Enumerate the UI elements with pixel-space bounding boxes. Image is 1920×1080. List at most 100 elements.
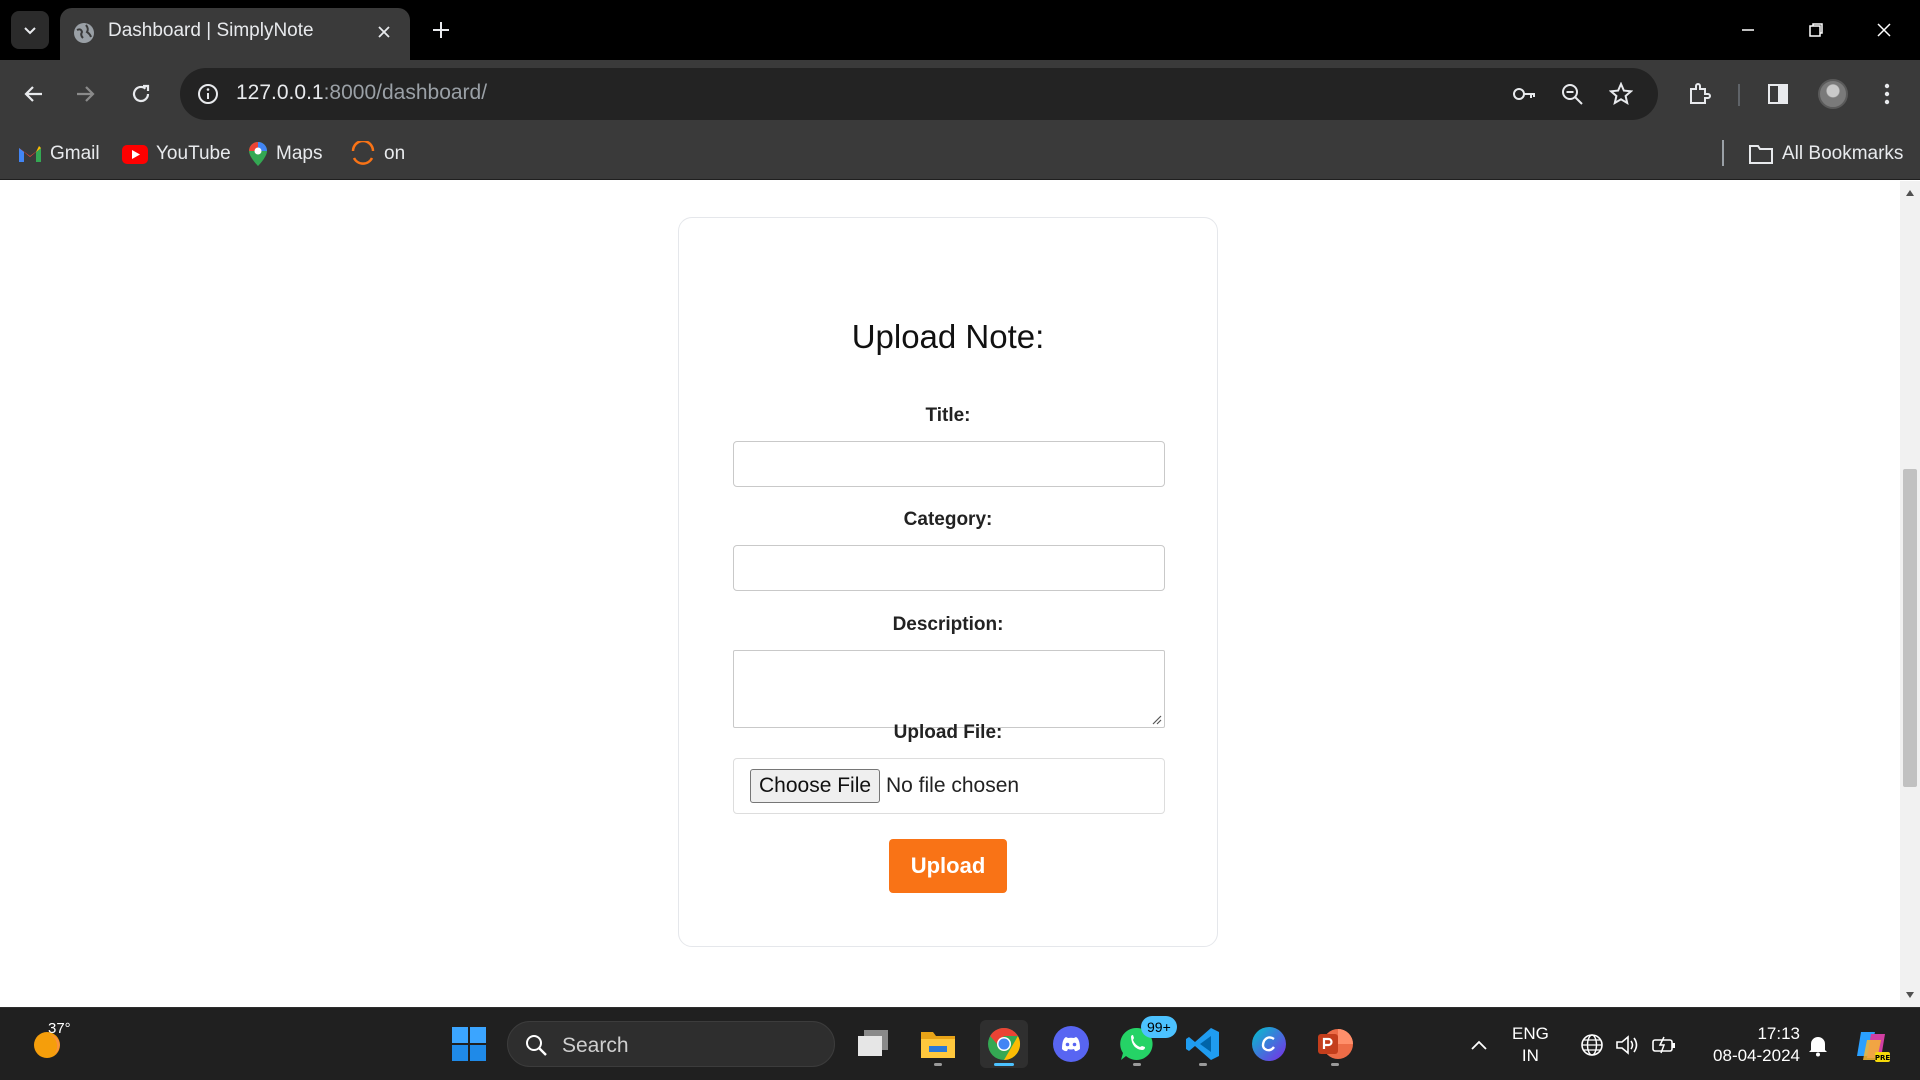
page-scrollbar[interactable] xyxy=(1900,181,1920,1007)
tab-search-button[interactable] xyxy=(11,11,49,49)
battery-button[interactable] xyxy=(1650,1031,1678,1059)
discord-icon xyxy=(1053,1026,1089,1062)
new-tab-button[interactable] xyxy=(423,12,459,48)
search-placeholder: Search xyxy=(562,1034,629,1057)
side-panel-icon xyxy=(1768,84,1788,104)
category-input[interactable] xyxy=(733,545,1165,591)
profile-avatar[interactable] xyxy=(1818,79,1848,109)
canva-button[interactable] xyxy=(1245,1020,1293,1068)
zoom-out-icon xyxy=(1562,84,1583,105)
upload-note-card: Upload Note: Title: Category: Descriptio… xyxy=(678,217,1218,947)
task-view-button[interactable] xyxy=(849,1020,897,1068)
forward-button[interactable] xyxy=(65,73,107,115)
bookmarks-divider xyxy=(1722,140,1724,166)
chrome-icon xyxy=(988,1028,1021,1060)
reload-button[interactable] xyxy=(120,73,162,115)
puzzle-icon xyxy=(1690,83,1711,104)
key-icon xyxy=(1513,88,1535,100)
choose-file-button[interactable]: Choose File xyxy=(750,769,881,803)
chevron-down-icon xyxy=(24,27,36,35)
bookmark-label: Maps xyxy=(276,143,323,164)
chrome-button[interactable] xyxy=(980,1020,1028,1068)
discord-button[interactable] xyxy=(1047,1020,1095,1068)
network-button[interactable] xyxy=(1578,1031,1606,1059)
taskbar-search[interactable]: Search xyxy=(507,1021,835,1067)
globe-icon xyxy=(74,23,94,43)
site-info-button[interactable] xyxy=(192,78,224,110)
file-explorer-button[interactable] xyxy=(914,1020,962,1068)
bookmark-star-button[interactable] xyxy=(1605,78,1637,110)
tab-close-button[interactable] xyxy=(370,18,398,46)
category-label: Category: xyxy=(903,509,993,530)
vscode-button[interactable] xyxy=(1179,1020,1227,1068)
close-icon xyxy=(1877,23,1891,37)
upload-button[interactable]: Upload xyxy=(889,839,1007,893)
tab-strip: Dashboard | SimplyNote xyxy=(0,0,1920,60)
search-icon xyxy=(526,1035,547,1056)
clock-date: 08-04-2024 xyxy=(1713,1046,1800,1065)
info-icon xyxy=(198,84,218,104)
page-viewport: Upload Note: Title: Category: Descriptio… xyxy=(0,181,1900,1007)
show-hidden-icons-button[interactable] xyxy=(1465,1031,1493,1059)
file-input[interactable]: Choose File No file chosen xyxy=(733,758,1165,814)
start-button[interactable] xyxy=(445,1020,493,1068)
language-code: ENG xyxy=(1512,1024,1549,1043)
minimize-button[interactable] xyxy=(1718,6,1778,54)
scrollbar-thumb[interactable] xyxy=(1903,469,1917,787)
bookmark-maps[interactable]: Maps xyxy=(248,140,322,168)
running-indicator xyxy=(1199,1063,1207,1066)
bell-icon xyxy=(1809,1037,1827,1057)
browser-tab[interactable]: Dashboard | SimplyNote xyxy=(60,8,410,60)
notifications-button[interactable] xyxy=(1804,1031,1832,1059)
url-text: 127.0.0.1:8000/dashboard/ xyxy=(236,81,487,105)
triangle-down-icon xyxy=(1906,992,1914,998)
arrow-right-icon xyxy=(77,86,95,102)
chrome-menu-button[interactable] xyxy=(1866,73,1908,115)
more-vertical-icon xyxy=(1884,83,1890,105)
arrow-left-icon xyxy=(24,86,42,102)
reload-icon xyxy=(132,84,150,103)
start-icon xyxy=(452,1027,486,1061)
svg-text:PRE: PRE xyxy=(1875,1054,1891,1062)
scroll-down-arrow[interactable] xyxy=(1904,989,1916,1001)
address-bar[interactable]: 127.0.0.1:8000/dashboard/ xyxy=(180,68,1658,120)
back-button[interactable] xyxy=(12,73,54,115)
running-indicator xyxy=(934,1063,942,1066)
bookmarks-bar: Gmail YouTube Maps on All Bookmarks xyxy=(0,128,1920,180)
zoom-button[interactable] xyxy=(1556,78,1588,110)
powerpoint-button[interactable] xyxy=(1311,1020,1359,1068)
file-status-text: No file chosen xyxy=(886,774,1020,797)
active-indicator xyxy=(994,1063,1014,1066)
bookmark-gmail[interactable]: Gmail xyxy=(18,140,100,168)
file-explorer-icon xyxy=(921,1032,955,1058)
powerpoint-icon xyxy=(1318,1029,1353,1059)
scroll-up-arrow[interactable] xyxy=(1904,187,1916,199)
clock[interactable]: 17:13 08-04-2024 xyxy=(1700,1023,1800,1067)
copilot-button[interactable]: PRE xyxy=(1852,1025,1892,1065)
volume-button[interactable] xyxy=(1614,1031,1642,1059)
description-textarea[interactable] xyxy=(733,650,1165,728)
side-panel-button[interactable] xyxy=(1757,73,1799,115)
close-window-button[interactable] xyxy=(1854,6,1914,54)
title-input[interactable] xyxy=(733,441,1165,487)
running-indicator xyxy=(1133,1063,1141,1066)
canva-icon xyxy=(1252,1027,1286,1061)
language-indicator[interactable]: ENG IN xyxy=(1512,1023,1549,1067)
bookmark-youtube[interactable]: YouTube xyxy=(122,140,231,168)
bookmark-label: YouTube xyxy=(156,143,231,164)
description-label: Description: xyxy=(892,614,1004,635)
bookmark-label: on xyxy=(384,143,406,164)
youtube-icon xyxy=(122,144,148,164)
close-icon xyxy=(378,26,390,38)
extensions-button[interactable] xyxy=(1678,73,1720,115)
notification-badge: 99+ xyxy=(1141,1016,1177,1038)
restore-button[interactable] xyxy=(1786,6,1846,54)
bookmark-on[interactable]: on xyxy=(350,140,405,168)
weather-temperature: 37° xyxy=(48,1020,71,1037)
passwords-button[interactable] xyxy=(1508,78,1540,110)
plus-icon xyxy=(433,22,449,38)
browser-toolbar: 127.0.0.1:8000/dashboard/ xyxy=(0,60,1920,128)
all-bookmarks-button[interactable]: All Bookmarks xyxy=(1748,140,1903,168)
toolbar-divider xyxy=(1738,84,1740,106)
whatsapp-button[interactable]: 99+ xyxy=(1113,1016,1177,1068)
